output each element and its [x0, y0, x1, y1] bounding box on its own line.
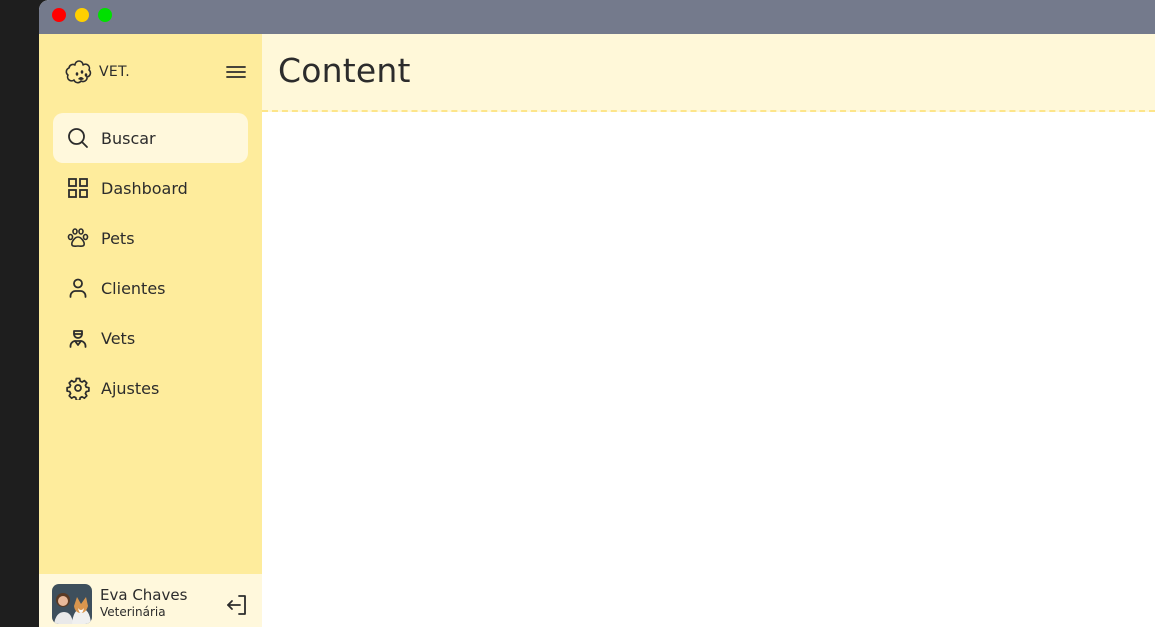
sidebar-item-vets[interactable]: Vets	[53, 313, 248, 363]
title-bar	[39, 0, 1155, 34]
avatar[interactable]	[52, 584, 92, 624]
sidebar-item-label: Buscar	[101, 128, 156, 148]
sidebar-item-label: Ajustes	[101, 378, 160, 398]
sidebar-nav: Buscar Dashboard Pets Clientes Vets Ajus…	[53, 113, 248, 413]
user-role: Veterinária	[100, 605, 166, 619]
sidebar-item-label: Dashboard	[101, 178, 188, 198]
app-window: VET. Buscar Dashboard Pets Clientes Vets…	[39, 0, 1155, 627]
vet-icon	[66, 326, 90, 350]
hamburger-menu-icon[interactable]	[224, 61, 248, 85]
user-icon	[66, 276, 90, 300]
sidebar: VET. Buscar Dashboard Pets Clientes Vets…	[39, 34, 262, 627]
user-profile-card: Eva Chaves Veterinária	[39, 574, 262, 627]
sidebar-item-label: Clientes	[101, 278, 166, 298]
content-header: Content	[262, 34, 1155, 112]
logout-icon[interactable]	[225, 593, 249, 617]
sidebar-item-dashboard[interactable]: Dashboard	[53, 163, 248, 213]
sidebar-item-buscar[interactable]: Buscar	[53, 113, 248, 163]
gear-icon	[66, 376, 90, 400]
grid-icon	[66, 176, 90, 200]
sidebar-item-ajustes[interactable]: Ajustes	[53, 363, 248, 413]
search-icon	[66, 126, 90, 150]
content-area	[262, 112, 1155, 627]
page-title: Content	[278, 51, 411, 90]
sidebar-item-label: Pets	[101, 228, 135, 248]
paw-cloud-logo-icon	[65, 59, 94, 85]
sidebar-item-label: Vets	[101, 328, 136, 348]
close-window-button[interactable]	[52, 8, 66, 22]
brand-logo[interactable]: VET.	[65, 58, 130, 86]
minimize-window-button[interactable]	[75, 8, 89, 22]
brand-name: VET.	[99, 64, 130, 80]
maximize-window-button[interactable]	[98, 8, 112, 22]
sidebar-item-clientes[interactable]: Clientes	[53, 263, 248, 313]
user-name: Eva Chaves	[100, 586, 188, 604]
paw-icon	[66, 226, 90, 250]
sidebar-item-pets[interactable]: Pets	[53, 213, 248, 263]
